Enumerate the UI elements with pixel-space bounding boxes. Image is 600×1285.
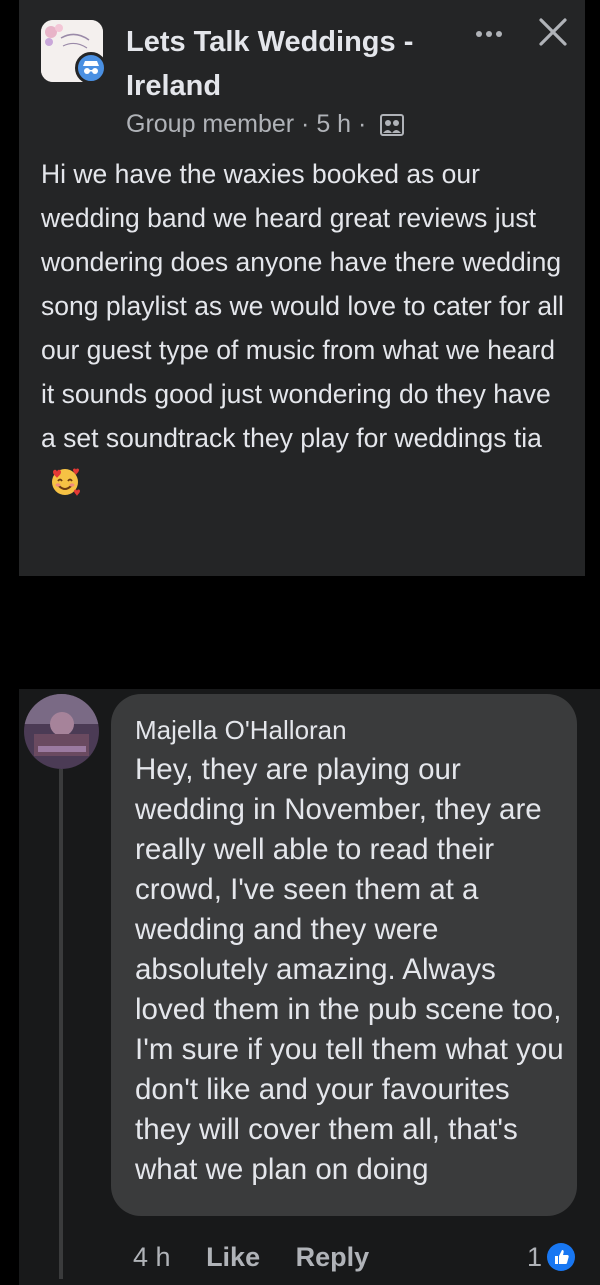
like-button[interactable]: Like <box>206 1242 260 1272</box>
thread-line <box>59 769 63 1279</box>
post-meta: Group member · 5 h · <box>126 106 405 142</box>
comment-bubble: Majella O'Halloran Hey, they are playing… <box>111 694 577 1216</box>
anonymous-member-badge-icon <box>75 52 107 84</box>
more-options-icon[interactable] <box>467 12 511 56</box>
comment-time[interactable]: 4 h <box>133 1242 171 1272</box>
close-icon[interactable] <box>533 12 573 52</box>
post-meta-text: Group member · 5 h · <box>126 110 367 138</box>
smiling-face-with-hearts-icon <box>52 468 80 496</box>
reaction-count: 1 <box>527 1241 543 1272</box>
reaction-summary[interactable]: 1 <box>527 1237 576 1277</box>
like-reaction-icon <box>547 1243 576 1271</box>
post-body: Hi we have the waxies booked as our wedd… <box>41 152 571 504</box>
comment-actions: 4 h Like Reply <box>133 1237 397 1277</box>
commenter-avatar[interactable] <box>24 694 99 769</box>
avatar-photo-icon <box>24 694 99 769</box>
group-audience-icon <box>380 114 405 137</box>
comment-author[interactable]: Majella O'Halloran <box>135 712 347 748</box>
reply-button[interactable]: Reply <box>296 1242 370 1272</box>
comment-text: Hey, they are playing our wedding in Nov… <box>135 753 564 1186</box>
post-body-text: Hi we have the waxies booked as our wedd… <box>41 159 564 453</box>
post-card: Lets Talk Weddings - Ireland Group membe… <box>19 0 585 576</box>
comment-section: Majella O'Halloran Hey, they are playing… <box>19 689 600 1285</box>
group-title[interactable]: Lets Talk Weddings - Ireland <box>126 20 456 108</box>
